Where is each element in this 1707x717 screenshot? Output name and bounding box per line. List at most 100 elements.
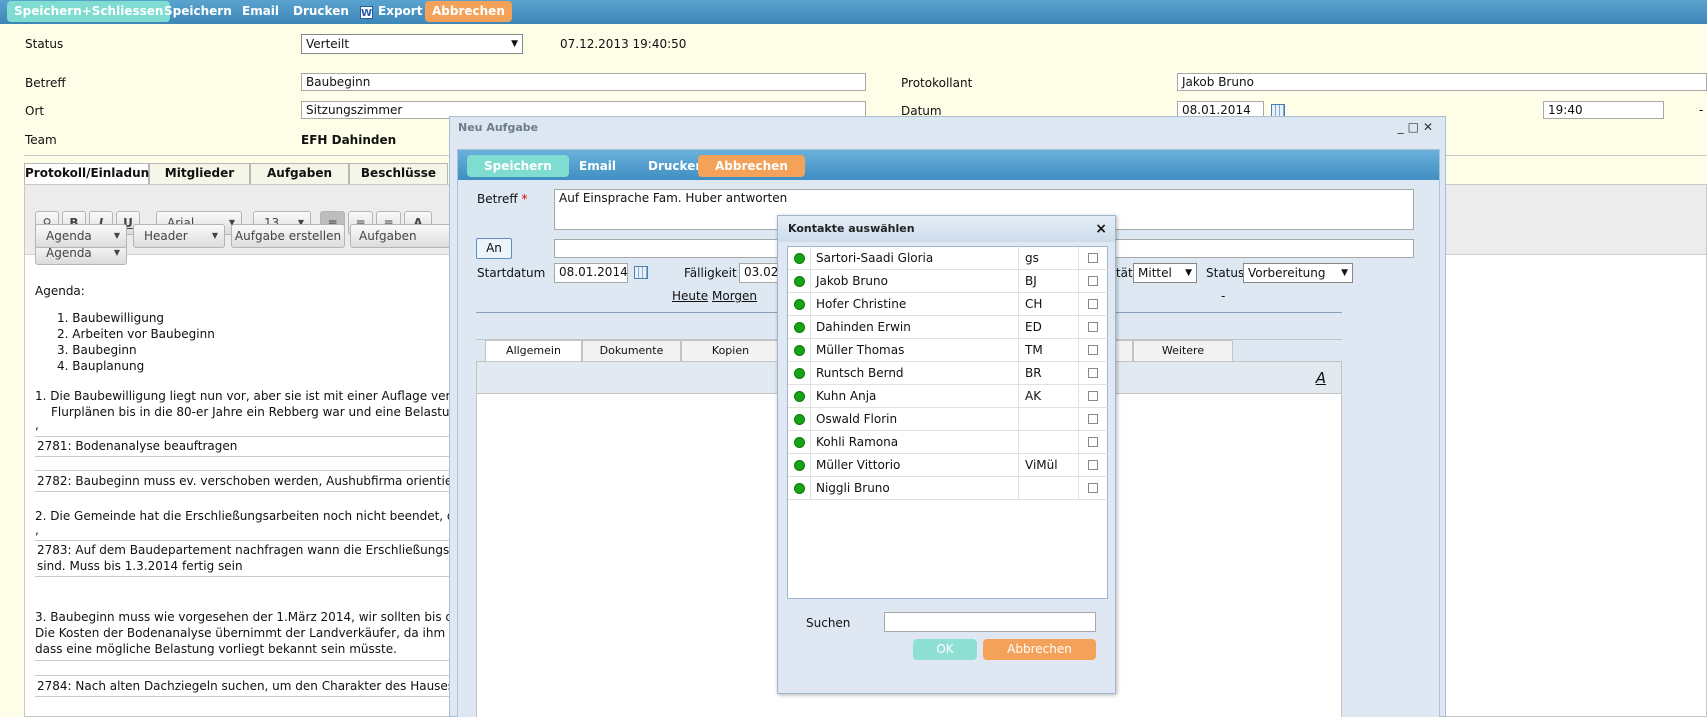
list-item[interactable]: Jakob Bruno BJ: [788, 270, 1109, 293]
list-item[interactable]: Müller Thomas TM: [788, 339, 1109, 362]
contact-name: Oswald Florin: [816, 412, 898, 426]
column-divider: [1078, 339, 1079, 361]
search-input[interactable]: [884, 612, 1096, 632]
contact-short: gs: [1018, 247, 1039, 269]
contact-checkbox[interactable]: [1088, 345, 1098, 355]
time-input[interactable]: 19:40: [1543, 101, 1664, 119]
maximize-icon[interactable]: □: [1408, 120, 1423, 134]
agenda-item: 2. Arbeiten vor Baubeginn: [57, 327, 215, 341]
list-item[interactable]: Kohli Ramona: [788, 431, 1109, 454]
task-link[interactable]: 2782: Baubeginn muss ev. verschoben werd…: [37, 474, 472, 488]
search-label: Suchen: [806, 616, 851, 630]
contact-short: BR: [1018, 362, 1042, 384]
contact-checkbox[interactable]: [1088, 483, 1098, 493]
contact-short: [1018, 477, 1025, 499]
task-link[interactable]: 2781: Bodenanalyse beauftragen: [37, 439, 237, 453]
save-button[interactable]: Speichern: [157, 1, 239, 22]
online-status-icon: [794, 391, 805, 402]
print-button[interactable]: Drucken: [286, 1, 356, 22]
chevron-down-icon: ▼: [113, 231, 120, 240]
list-item[interactable]: Dahinden Erwin ED: [788, 316, 1109, 339]
heute-link[interactable]: Heute: [672, 289, 708, 303]
column-divider: [1078, 362, 1079, 384]
tab-weitere[interactable]: Weitere: [1133, 340, 1233, 361]
contact-name: Niggli Bruno: [816, 481, 890, 495]
tab-beschluesse[interactable]: Beschlüsse: [349, 163, 448, 184]
tab-kopien[interactable]: Kopien: [681, 340, 780, 361]
status-select[interactable]: Verteilt ▼: [301, 34, 523, 54]
contact-checkbox[interactable]: [1088, 276, 1098, 286]
startdatum-input[interactable]: 08.01.2014: [554, 263, 628, 283]
tab-aufgaben[interactable]: Aufgaben: [250, 163, 349, 184]
font-style-icon[interactable]: A: [1316, 369, 1326, 387]
tab-allgemein[interactable]: Allgemein: [485, 340, 582, 361]
list-item[interactable]: Oswald Florin: [788, 408, 1109, 431]
list-item[interactable]: Hofer Christine CH: [788, 293, 1109, 316]
column-divider: [810, 477, 811, 499]
header-dropdown[interactable]: Header ▼: [133, 224, 225, 248]
contact-name: Müller Thomas: [816, 343, 905, 357]
contact-checkbox[interactable]: [1088, 299, 1098, 309]
morgen-link[interactable]: Morgen: [712, 289, 757, 303]
protokollant-input[interactable]: Jakob Bruno: [1177, 73, 1707, 91]
prioritaet-select[interactable]: Mittel ▼: [1133, 263, 1197, 283]
calendar-icon[interactable]: [634, 266, 648, 279]
email-button[interactable]: Email: [235, 1, 286, 22]
task-cancel-button[interactable]: Abbrechen: [698, 155, 805, 177]
online-status-icon: [794, 299, 805, 310]
aufgaben-einfuegen-button[interactable]: Aufgaben einfüg: [350, 224, 455, 248]
task-link[interactable]: 2783: Auf dem Baudepartement nachfragen …: [37, 543, 469, 557]
betreff-input[interactable]: Baubeginn: [301, 73, 866, 91]
list-item[interactable]: Niggli Bruno: [788, 477, 1109, 500]
list-item[interactable]: Runtsch Bernd BR: [788, 362, 1109, 385]
status-value: Verteilt: [306, 37, 350, 51]
save-close-button[interactable]: Speichern+Schliessen: [7, 1, 171, 22]
agenda-value: Agenda: [46, 246, 92, 260]
task-link[interactable]: 2784: Nach alten Dachziegeln suchen, um …: [37, 679, 464, 693]
aufgabe-erstellen-button[interactable]: Aufgabe erstellen: [231, 224, 345, 248]
task-status-value: Vorbereitung: [1248, 266, 1326, 280]
list-item[interactable]: Müller Vittorio ViMül: [788, 454, 1109, 477]
column-divider: [1078, 385, 1079, 407]
ok-button[interactable]: OK: [913, 639, 977, 660]
column-divider: [1078, 477, 1079, 499]
online-status-icon: [794, 253, 805, 264]
task-status-select[interactable]: Vorbereitung ▼: [1243, 263, 1353, 283]
contact-checkbox[interactable]: [1088, 414, 1098, 424]
contact-short: TM: [1018, 339, 1043, 361]
tab-protokoll[interactable]: Protokoll/Einladung: [24, 163, 158, 184]
divider: [35, 470, 455, 471]
faelligkeit-input[interactable]: 03.02: [739, 263, 779, 283]
task-save-button[interactable]: Speichern: [467, 155, 569, 177]
task-link[interactable]: sind. Muss bis 1.3.2014 fertig sein: [37, 559, 243, 573]
contact-checkbox[interactable]: [1088, 437, 1098, 447]
contact-checkbox[interactable]: [1088, 368, 1098, 378]
contact-short: ViMül: [1018, 454, 1058, 476]
online-status-icon: [794, 276, 805, 287]
list-item[interactable]: Sartori-Saadi Gloria gs: [788, 247, 1109, 270]
tab-mitglieder[interactable]: Mitglieder: [149, 163, 250, 184]
divider: [35, 436, 455, 437]
contact-name: Jakob Bruno: [816, 274, 888, 288]
contact-checkbox[interactable]: [1088, 253, 1098, 263]
minimize-icon[interactable]: _: [1398, 120, 1408, 134]
online-status-icon: [794, 414, 805, 425]
cancel-button[interactable]: Abbrechen: [425, 1, 512, 22]
contact-checkbox[interactable]: [1088, 322, 1098, 332]
task-email-button[interactable]: Email: [562, 155, 633, 177]
tab-dokumente[interactable]: Dokumente: [582, 340, 681, 361]
contacts-cancel-button[interactable]: Abbrechen: [983, 639, 1096, 660]
agenda-dropdown[interactable]: Agenda ▼: [35, 224, 127, 248]
list-item[interactable]: Kuhn Anja AK: [788, 385, 1109, 408]
paragraph-text: Flurplänen bis in die 80-er Jahre ein Re…: [51, 405, 465, 419]
agenda-item: 3. Baubeginn: [57, 343, 137, 357]
contact-checkbox[interactable]: [1088, 460, 1098, 470]
close-icon[interactable]: ×: [1095, 221, 1107, 237]
contact-checkbox[interactable]: [1088, 391, 1098, 401]
an-button[interactable]: An: [476, 238, 512, 259]
contact-name: Müller Vittorio: [816, 458, 901, 472]
task-status-label: Status: [1206, 266, 1245, 280]
close-icon[interactable]: ✕: [1423, 120, 1437, 134]
paragraph-text: 2. Die Gemeinde hat die Erschließungsarb…: [35, 509, 462, 523]
export-button[interactable]: W Export: [353, 1, 429, 22]
